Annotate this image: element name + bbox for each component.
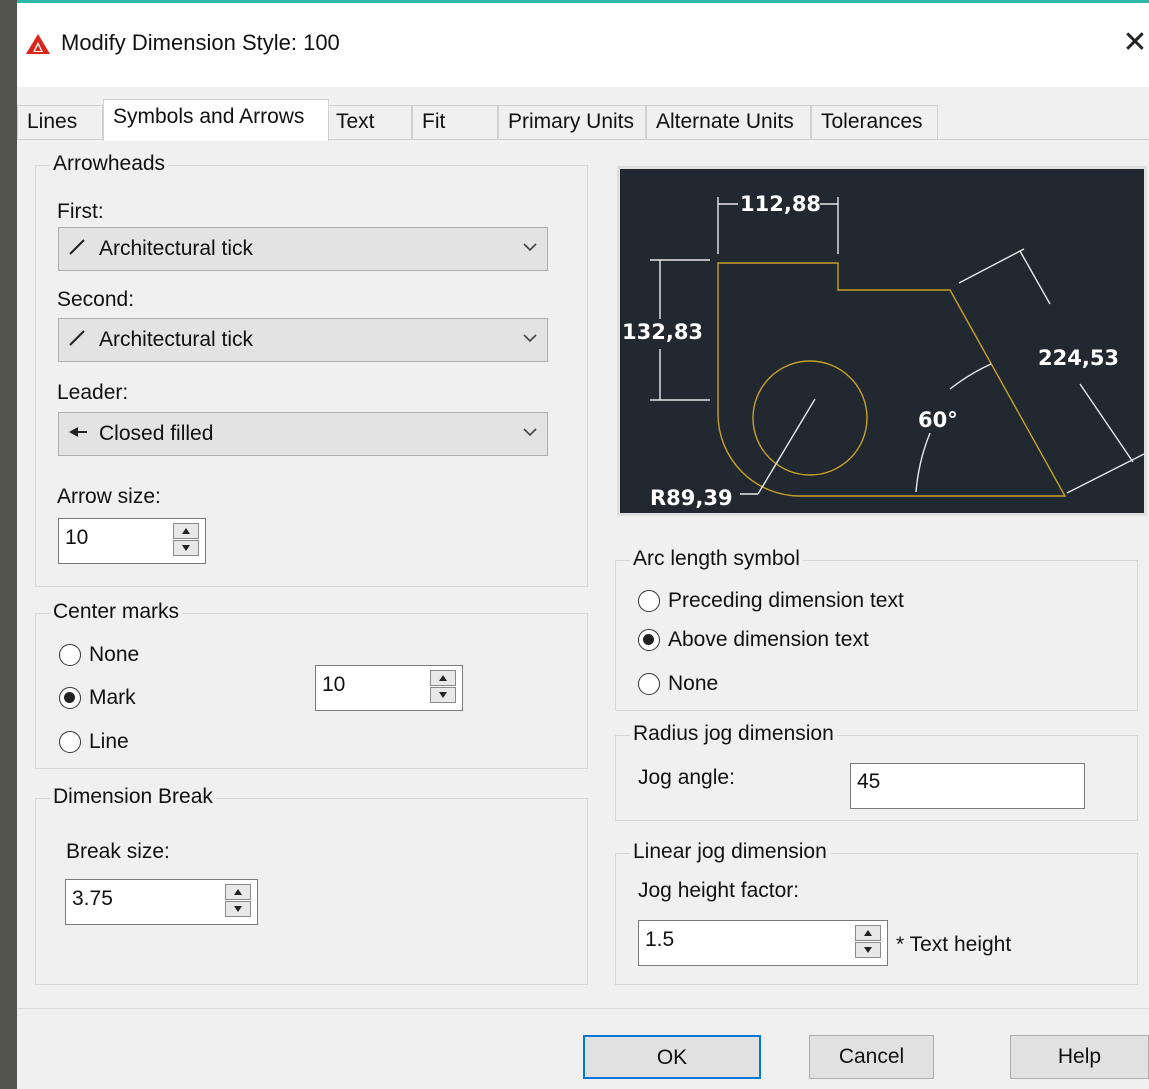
preview-dim-right: 224,53 [1038, 346, 1119, 370]
radio-label: None [89, 643, 140, 666]
tab-text[interactable]: Text [326, 105, 412, 139]
close-icon[interactable]: ✕ [1121, 25, 1149, 60]
architectural-tick-icon [67, 237, 89, 263]
preview-drawing: 112,88 132,83 224,53 60° R89,39 [622, 192, 1145, 510]
autocad-logo-icon [25, 33, 51, 61]
spin-up-icon[interactable] [855, 925, 881, 941]
tab-label: Text [336, 110, 375, 133]
preview-dim-left: 132,83 [622, 320, 703, 344]
arc-length-symbol-group: Arc length symbol Preceding dimension te… [615, 547, 1138, 711]
help-button[interactable]: Help [1010, 1035, 1149, 1079]
tab-symbols-and-arrows[interactable]: Symbols and Arrows [103, 99, 329, 141]
architectural-tick-icon [67, 328, 89, 354]
radio-icon [59, 731, 81, 753]
text-height-suffix: * Text height [896, 933, 1012, 956]
center-mark-size-spinner[interactable]: 10 [315, 665, 463, 711]
linear-jog-group: Linear jog dimension Jog height factor: … [615, 840, 1138, 985]
tab-label: Alternate Units [656, 110, 794, 133]
tab-label: Lines [27, 110, 78, 133]
jog-height-factor-spinner[interactable]: 1.5 [638, 920, 888, 966]
radio-label: Mark [89, 686, 136, 709]
tab-fit[interactable]: Fit [412, 105, 498, 139]
window-title: Modify Dimension Style: 100 [61, 30, 340, 55]
second-arrow-label: Second: [57, 288, 135, 311]
tab-label: Tolerances [821, 110, 923, 133]
jog-height-factor-label: Jog height factor: [638, 879, 800, 902]
arrow-size-value: 10 [65, 526, 89, 549]
spin-down-icon[interactable] [225, 901, 251, 917]
arrowheads-group-label: Arrowheads [50, 152, 169, 176]
jog-height-factor-value: 1.5 [645, 928, 675, 951]
second-arrow-dropdown[interactable]: Architectural tick [58, 318, 548, 362]
radius-jog-group: Radius jog dimension Jog angle: 45 [615, 722, 1138, 821]
break-size-label: Break size: [66, 840, 170, 863]
arc-preceding-radio[interactable]: Preceding dimension text [638, 589, 904, 613]
first-arrow-dropdown[interactable]: Architectural tick [58, 227, 548, 271]
title-bar: Modify Dimension Style: 100 ✕ [17, 3, 1149, 87]
first-arrow-label: First: [57, 200, 104, 223]
radio-selected-icon [638, 629, 660, 651]
closed-filled-arrow-icon [67, 422, 89, 448]
tab-primary-units[interactable]: Primary Units [498, 105, 646, 139]
button-bar: OK Cancel Help [17, 1008, 1149, 1089]
second-arrow-value: Architectural tick [99, 328, 254, 351]
arrow-size-spinner[interactable]: 10 [58, 518, 206, 564]
center-marks-group: Center marks None Mark Line 10 [35, 600, 588, 769]
jog-angle-input[interactable]: 45 [850, 763, 1085, 809]
center-marks-group-label: Center marks [50, 600, 183, 624]
spin-down-icon[interactable] [855, 942, 881, 958]
dialog-window: Modify Dimension Style: 100 ✕ Lines Symb… [17, 0, 1149, 1089]
ok-button[interactable]: OK [583, 1035, 761, 1079]
arc-length-group-label: Arc length symbol [630, 547, 803, 571]
arc-none-radio[interactable]: None [638, 672, 718, 696]
dimension-break-group: Dimension Break Break size: 3.75 [35, 785, 588, 985]
radio-label: Above dimension text [668, 628, 869, 651]
radio-selected-icon [59, 687, 81, 709]
center-mark-none-radio[interactable]: None [59, 643, 139, 667]
break-size-value: 3.75 [72, 887, 113, 910]
radio-label: Line [89, 730, 129, 753]
leader-label: Leader: [57, 381, 129, 404]
linear-jog-group-label: Linear jog dimension [630, 840, 830, 864]
chevron-down-icon [523, 428, 537, 437]
spin-up-icon[interactable] [225, 884, 251, 900]
preview-dim-top: 112,88 [740, 192, 821, 216]
chevron-down-icon [523, 243, 537, 252]
first-arrow-value: Architectural tick [99, 237, 254, 260]
tab-strip: Lines Symbols and Arrows Text Fit Primar… [17, 99, 1149, 143]
tab-tolerances[interactable]: Tolerances [811, 105, 938, 139]
radio-label: None [668, 672, 719, 695]
tab-label: Symbols and Arrows [113, 105, 305, 128]
tab-alternate-units[interactable]: Alternate Units [646, 105, 811, 139]
spin-up-icon[interactable] [173, 523, 199, 539]
spin-up-icon[interactable] [430, 670, 456, 686]
spin-down-icon[interactable] [430, 687, 456, 703]
arc-above-radio[interactable]: Above dimension text [638, 628, 869, 652]
leader-dropdown[interactable]: Closed filled [58, 412, 548, 456]
dimension-preview: 112,88 132,83 224,53 60° R89,39 [617, 166, 1147, 516]
radio-icon [59, 644, 81, 666]
radio-label: Preceding dimension text [668, 589, 904, 612]
preview-radius: R89,39 [650, 486, 733, 510]
center-mark-size-value: 10 [322, 673, 346, 696]
chevron-down-icon [523, 334, 537, 343]
break-size-spinner[interactable]: 3.75 [65, 879, 258, 925]
radio-icon [638, 590, 660, 612]
arrowheads-group: Arrowheads First: Architectural tick Sec… [35, 152, 588, 587]
radius-jog-group-label: Radius jog dimension [630, 722, 837, 746]
radio-icon [638, 673, 660, 695]
tab-label: Fit [422, 110, 446, 133]
tab-label: Primary Units [508, 110, 635, 133]
cancel-button[interactable]: Cancel [809, 1035, 934, 1079]
jog-angle-label: Jog angle: [638, 766, 735, 789]
dimension-break-group-label: Dimension Break [50, 785, 216, 809]
center-mark-mark-radio[interactable]: Mark [59, 686, 136, 710]
center-mark-line-radio[interactable]: Line [59, 730, 129, 754]
arrow-size-label: Arrow size: [57, 485, 161, 508]
leader-value: Closed filled [99, 422, 214, 445]
spin-down-icon[interactable] [173, 540, 199, 556]
tab-lines[interactable]: Lines [17, 105, 103, 139]
jog-angle-value: 45 [857, 770, 881, 793]
preview-angle: 60° [918, 408, 958, 432]
